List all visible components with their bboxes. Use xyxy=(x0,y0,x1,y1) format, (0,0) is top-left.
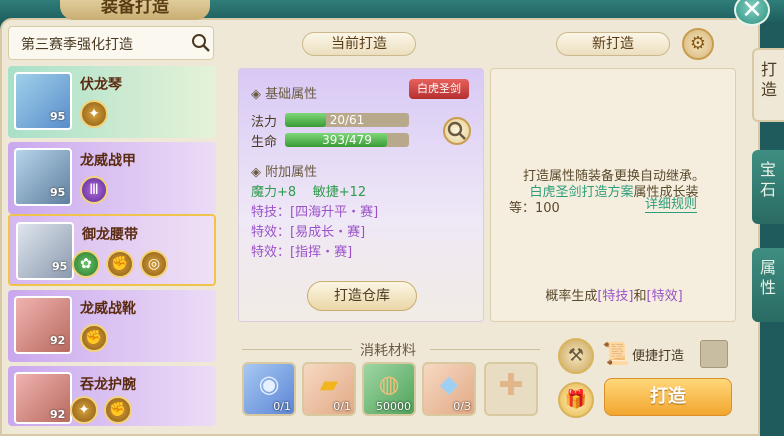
material-count: 0/3 xyxy=(453,400,471,413)
tab-current-forge[interactable]: 当前打造 xyxy=(302,32,416,56)
search-input[interactable]: 第三赛季强化打造 xyxy=(8,26,214,60)
info-card: 打造属性随装备更换自动继承。 白虎圣剑打造方案属性成长装 等：100 详细规则 … xyxy=(490,68,736,322)
quick-forge-label: 便捷打造 xyxy=(632,349,685,364)
list-item-selected[interactable]: 95 御龙腰带 ✿ ✊ ◎ xyxy=(8,214,216,286)
search-text: 第三赛季强化打造 xyxy=(21,37,133,53)
tab-new-forge[interactable]: 新打造 xyxy=(556,32,670,56)
list-item[interactable]: 95 伏龙琴 ✦ xyxy=(8,66,216,138)
gem-icon: ✊ xyxy=(80,324,108,352)
material-slot[interactable]: ▰ 0/1 xyxy=(302,362,356,416)
gem-icon: ✦ xyxy=(80,100,108,128)
base-attr-title: ◈ 基础属性 xyxy=(251,87,318,102)
materials-title: 消耗材料 xyxy=(360,343,416,359)
item-level: 92 xyxy=(50,334,66,347)
gift-icon[interactable]: 🎁 xyxy=(558,382,594,418)
extra-attr-title: ◈ 附加属性 xyxy=(251,165,318,180)
stat-label-hp: 生命 xyxy=(251,135,278,150)
divider xyxy=(242,349,352,350)
mana-value: 20/61 xyxy=(329,113,365,127)
tab-attribute[interactable]: 属 性 xyxy=(752,248,784,322)
item-name: 龙威战甲 xyxy=(80,153,136,169)
gear-icon[interactable]: ⚙ xyxy=(682,28,714,60)
detail-rules-link[interactable]: 详细规则 xyxy=(645,193,698,213)
close-button[interactable]: ✕ xyxy=(734,0,770,26)
magnifier-icon xyxy=(447,121,466,140)
item-level: 92 xyxy=(50,408,66,421)
tab-forge[interactable]: 打 造 xyxy=(752,48,784,122)
plus-icon: ✚ xyxy=(498,368,524,403)
gem-icon: Ⅲ xyxy=(80,176,108,204)
item-level: 95 xyxy=(52,260,68,273)
tab-gem[interactable]: 宝 石 xyxy=(752,150,784,224)
item-name: 伏龙琴 xyxy=(80,77,122,93)
item-name: 龙威战靴 xyxy=(80,301,136,317)
extra-effect-line: 特效：[易成长・赛] xyxy=(251,225,366,240)
gem-icon: ◎ xyxy=(140,250,168,278)
anvil-icon[interactable]: ⚒ xyxy=(558,338,594,374)
extra-skill-line: 特技：[四海升平・赛] xyxy=(251,205,379,220)
list-item[interactable]: 92 吞龙护腕 ✦ ✊ xyxy=(8,366,216,426)
add-material-slot[interactable]: ✚ xyxy=(484,362,538,416)
hp-bar: 393/479 xyxy=(285,133,409,147)
gold-scroll-icon: ▰ xyxy=(319,370,339,398)
window-title: 装备打造 xyxy=(60,0,210,20)
crystal-icon: ◆ xyxy=(439,370,459,398)
search-icon[interactable] xyxy=(191,33,211,53)
extra-attr-line: 魔力+8 敏捷+12 xyxy=(251,185,367,200)
weapon-badge: 白虎圣剑 xyxy=(409,79,469,99)
list-item[interactable]: 92 龙威战靴 ✊ xyxy=(8,290,216,362)
forge-button[interactable]: 打造 xyxy=(604,378,732,416)
gem-icon: ✿ xyxy=(72,250,100,278)
hp-value: 393/479 xyxy=(322,133,372,147)
material-count: 0/1 xyxy=(273,400,291,413)
material-slot[interactable]: ◆ 0/3 xyxy=(422,362,476,416)
item-name: 吞龙护腕 xyxy=(80,377,136,393)
material-slot[interactable]: ◉ 0/1 xyxy=(242,362,296,416)
material-count: 50000 xyxy=(376,400,411,413)
material-slot[interactable]: ◍ 50000 xyxy=(362,362,416,416)
magnify-button[interactable] xyxy=(443,117,471,145)
item-name: 御龙腰带 xyxy=(82,227,138,243)
coin-icon: ◍ xyxy=(378,370,400,398)
attribute-card: ◈ 基础属性 白虎圣剑 法力 20/61 生命 393/479 ◈ 附加属性 魔… xyxy=(238,68,484,322)
extra-effect-line: 特效：[指挥・赛] xyxy=(251,245,353,260)
item-level: 95 xyxy=(50,186,66,199)
mana-bar: 20/61 xyxy=(285,113,409,127)
item-level: 95 xyxy=(50,110,66,123)
stat-label-mana: 法力 xyxy=(251,115,278,130)
gem-icon: ✦ xyxy=(70,396,98,424)
info-bottom-text: 概率生成[特技]和[特效] xyxy=(545,289,683,304)
material-count: 0/1 xyxy=(333,400,351,413)
gem-icon: ✊ xyxy=(104,396,132,424)
forge-warehouse-button[interactable]: 打造仓库 xyxy=(307,281,417,311)
divider xyxy=(430,349,540,350)
quick-forge-checkbox[interactable] xyxy=(700,340,728,368)
list-item[interactable]: 95 龙威战甲 Ⅲ xyxy=(8,142,216,214)
scroll-icon: 📜 xyxy=(602,342,630,367)
info-text: 等：100 xyxy=(509,201,560,216)
gem-icon: ✊ xyxy=(106,250,134,278)
close-icon: ✕ xyxy=(741,0,763,25)
swirl-orb-icon: ◉ xyxy=(258,370,280,398)
